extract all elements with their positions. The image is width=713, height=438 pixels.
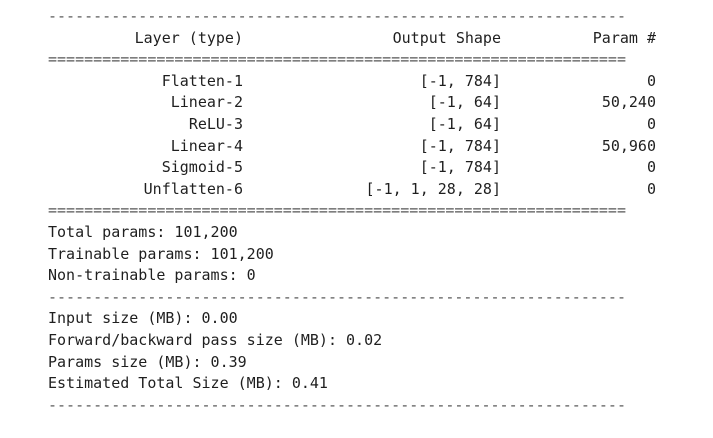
- layer-params: 0: [646, 114, 656, 133]
- layer-name: Unflatten-6: [143, 179, 243, 198]
- summary-page: { "rules": { "dash": "------------------…: [0, 0, 713, 422]
- layer-shape: [-1, 784]: [419, 71, 501, 90]
- layer-name: Sigmoid-5: [161, 158, 243, 177]
- dash-rule-bottom: ----------------------------------------…: [48, 395, 626, 414]
- layer-name: Linear-2: [170, 93, 243, 112]
- model-summary: ----------------------------------------…: [48, 6, 668, 416]
- layer-name: Flatten-1: [161, 71, 243, 90]
- table-header: Layer (type) Output Shape Param #: [48, 28, 668, 50]
- header-param: Param #: [592, 28, 656, 47]
- equals-rule-header: ========================================…: [48, 50, 626, 69]
- total-params-text: Total params: 101,200: [48, 222, 238, 241]
- layer-params: 50,240: [601, 93, 656, 112]
- forward-backward-size-text: Forward/backward pass size (MB): 0.02: [48, 330, 383, 349]
- params-size: Params size (MB): 0.39: [48, 352, 668, 374]
- table-row: Sigmoid-5 [-1, 784] 0: [48, 157, 668, 179]
- total-params: Total params: 101,200: [48, 222, 668, 244]
- layer-name: ReLU-3: [188, 114, 243, 133]
- dash-rule-middle: ----------------------------------------…: [48, 287, 626, 306]
- layer-params: 0: [646, 158, 656, 177]
- equals-rule-footer: ========================================…: [48, 201, 626, 220]
- trainable-params-text: Trainable params: 101,200: [48, 244, 274, 263]
- layer-shape: [-1, 784]: [419, 158, 501, 177]
- trainable-params: Trainable params: 101,200: [48, 244, 668, 266]
- forward-backward-size: Forward/backward pass size (MB): 0.02: [48, 330, 668, 352]
- table-row: Flatten-1 [-1, 784] 0: [48, 71, 668, 93]
- layer-name: Linear-4: [170, 136, 243, 155]
- layer-shape: [-1, 64]: [428, 93, 501, 112]
- non-trainable-params: Non-trainable params: 0: [48, 265, 668, 287]
- non-trainable-params-text: Non-trainable params: 0: [48, 266, 256, 285]
- estimated-total-size: Estimated Total Size (MB): 0.41: [48, 373, 668, 395]
- layer-shape: [-1, 784]: [419, 136, 501, 155]
- layer-params: 0: [646, 71, 656, 90]
- table-row: Linear-2 [-1, 64] 50,240: [48, 92, 668, 114]
- header-output-shape: Output Shape: [392, 28, 501, 47]
- estimated-total-size-text: Estimated Total Size (MB): 0.41: [48, 374, 328, 393]
- params-size-text: Params size (MB): 0.39: [48, 352, 247, 371]
- table-row: Unflatten-6 [-1, 1, 28, 28] 0: [48, 179, 668, 201]
- input-size: Input size (MB): 0.00: [48, 308, 668, 330]
- table-row: ReLU-3 [-1, 64] 0: [48, 114, 668, 136]
- input-size-text: Input size (MB): 0.00: [48, 309, 238, 328]
- layer-params: 0: [646, 179, 656, 198]
- layer-params: 50,960: [601, 136, 656, 155]
- table-row: Linear-4 [-1, 784] 50,960: [48, 136, 668, 158]
- layer-shape: [-1, 64]: [428, 114, 501, 133]
- dash-rule-top: ----------------------------------------…: [48, 7, 626, 25]
- layer-shape: [-1, 1, 28, 28]: [365, 179, 501, 198]
- header-layer: Layer (type): [134, 28, 243, 47]
